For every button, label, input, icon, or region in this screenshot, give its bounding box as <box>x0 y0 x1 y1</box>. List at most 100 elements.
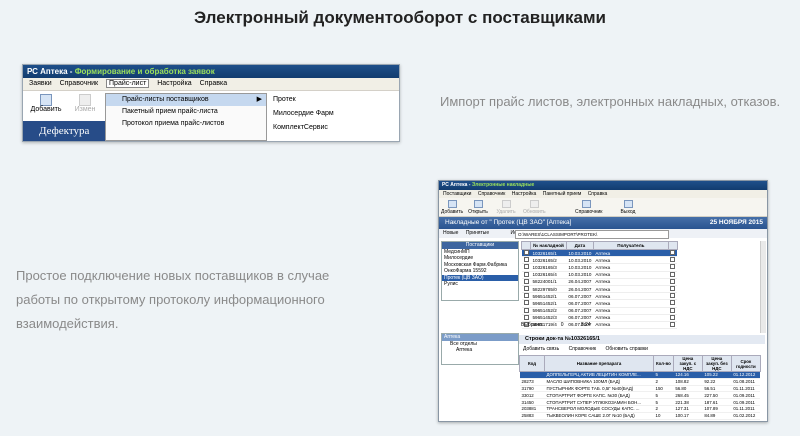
column-header[interactable]: № накладной <box>530 241 567 250</box>
column-header[interactable]: Дата <box>565 241 594 250</box>
row-checkbox[interactable] <box>521 278 531 286</box>
table-cell: 01.09.2011 <box>731 391 761 400</box>
window-titlebar: РС Аптека - Формирование и обработка зая… <box>23 65 399 78</box>
row-checkbox[interactable] <box>521 263 531 272</box>
table-cell: 59651452/1 <box>530 299 567 308</box>
menu-settings[interactable]: Настройка <box>157 80 191 87</box>
column-header[interactable]: Код <box>519 355 545 372</box>
defect-tab[interactable]: Дефектура <box>23 121 105 141</box>
table-row[interactable]: 10326165/1 10.03.2010 Аптека <box>521 249 678 258</box>
column-header[interactable]: Цена закуп. с НДС <box>672 355 703 372</box>
menu-item-import-log[interactable]: Протокол приема прайс-листов <box>106 118 266 130</box>
table-row[interactable]: 58224001/1 26.04.2007 Аптека <box>521 278 678 286</box>
exit-icon <box>623 200 633 208</box>
add-button[interactable]: Добавить <box>441 200 463 215</box>
column-header[interactable]: Получатель <box>592 241 669 250</box>
row-checkbox[interactable] <box>521 292 531 301</box>
refresh-refs-button[interactable]: Обновить справки <box>605 346 647 352</box>
table-row[interactable]: 59651452/3 06.07.2007 Аптека <box>521 314 678 322</box>
menu-item-supplier-pricelists[interactable]: Прайс-листы поставщиков ▶ <box>106 94 266 106</box>
table-row[interactable]: 10326165/2 10.03.2010 Аптека <box>521 256 678 265</box>
table-cell: 100.17 <box>673 412 703 420</box>
suppliers-panel: Поставщики МедсинМП Милосердие Московска… <box>441 241 519 301</box>
table-row[interactable]: 58229785/0 26.04.2007 Аптека <box>521 285 678 294</box>
open-icon <box>473 200 483 208</box>
row-checkbox[interactable] <box>521 256 531 265</box>
scrollbar[interactable] <box>760 241 766 333</box>
row-flag-checkbox[interactable] <box>668 285 678 294</box>
menu-item-batch-import[interactable]: Пакетный прием прайс-листа <box>106 106 266 118</box>
row-checkbox[interactable] <box>521 249 531 258</box>
table-cell: Аптека <box>593 292 669 301</box>
table-cell: ТРАНСВЕРОЛ МОЛОДЫЕ СОСУДЫ КАПС. ... <box>544 405 654 413</box>
table-row[interactable]: 31450 СТОПАРТРИТ СУПЕР УГЛЮКОЗАМИН БОН...… <box>519 398 761 406</box>
change-button[interactable]: Измен <box>69 92 101 116</box>
tree-item[interactable]: Аптека <box>442 347 518 353</box>
table-row[interactable]: 59651452/1 06.07.2007 Аптека <box>521 292 678 301</box>
add-button[interactable]: Добавить <box>27 92 65 116</box>
exit-button[interactable]: Выход <box>617 200 639 215</box>
table-row[interactable]: 203881 ТРАНСВЕРОЛ МОЛОДЫЕ СОСУДЫ КАПС. ..… <box>519 405 761 413</box>
row-checkbox[interactable] <box>521 314 531 322</box>
table-row[interactable]: 25883 ТЫКВЕОЛИН КОРЕ САШЕ 2.0Г №10 (БАД) 1… <box>519 412 761 420</box>
row-flag-checkbox[interactable] <box>668 256 678 265</box>
column-header[interactable]: Название препарата <box>544 355 654 372</box>
delete-button[interactable]: Удалить <box>495 200 517 215</box>
row-checkbox[interactable] <box>521 307 531 315</box>
tab-new[interactable]: Новые <box>443 230 458 236</box>
table-row[interactable]: 33012 СТОПАРТРИТ ФОРТЕ КАПС. №30 (БАД) 5 26… <box>519 391 761 400</box>
menu-batch[interactable]: Пакетный прием <box>543 191 582 197</box>
row-checkbox[interactable] <box>521 271 531 279</box>
column-header[interactable]: Кол-во <box>653 355 674 372</box>
open-button[interactable]: Открыть <box>467 200 489 215</box>
row-flag-checkbox[interactable] <box>668 299 678 308</box>
row-flag-checkbox[interactable] <box>668 307 678 315</box>
source-path-field[interactable]: O:\WARES\1CLASSIMPORT\PROTEK\ <box>515 230 669 239</box>
table-cell: 5 <box>653 371 674 379</box>
submenu-item-komplektservis[interactable]: КомплектСервис <box>267 121 363 135</box>
row-flag-checkbox[interactable] <box>668 263 678 272</box>
column-header[interactable]: Цена закуп. без НДС <box>701 355 732 372</box>
row-flag-checkbox[interactable] <box>668 249 678 258</box>
table-row[interactable]: 10326165/3 10.03.2010 Аптека <box>521 263 678 272</box>
menu-directory[interactable]: Справочник <box>478 191 506 197</box>
table-row[interactable]: ДОППЕЛЬГЕРЦ АКТИВ ЛЕЦИТИН КОМПЛЕ... 5 124.… <box>519 371 761 379</box>
menu-pricelist[interactable]: Прайс-лист <box>106 79 150 88</box>
submenu-item-miloserdie[interactable]: Милосердие Фарм <box>267 107 363 121</box>
table-row[interactable]: 59651452/1 06.07.2007 Аптека <box>521 299 678 308</box>
table-row[interactable]: 28273 МАСЛО ШИПОВНИКА 100МЛ (БАД) 2 108.82 9… <box>519 378 761 386</box>
table-row[interactable]: 59651452/2 06.07.2007 Аптека <box>521 307 678 315</box>
subbar: Новые Принятые Источник O:\WARES\1CLASSI… <box>439 229 767 239</box>
invoice-table: № накладной Дата Получатель 10326165/1 10… <box>521 241 678 330</box>
refresh-button[interactable]: Обновить <box>523 200 546 215</box>
submenu-item-protek[interactable]: Протек <box>267 93 363 107</box>
table-cell: 28273 <box>519 378 545 386</box>
menu-settings[interactable]: Настройка <box>512 191 537 197</box>
table-cell: Аптека <box>593 256 669 265</box>
directory-button[interactable]: Справочник <box>569 346 597 352</box>
menu-suppliers[interactable]: Поставщики <box>443 191 471 197</box>
row-flag-checkbox[interactable] <box>668 292 678 301</box>
table-cell: 124.16 <box>673 371 703 379</box>
menu-help[interactable]: Справка <box>200 80 227 87</box>
menu-help[interactable]: Справка <box>588 191 608 197</box>
tab-accepted[interactable]: Принятые <box>466 230 489 236</box>
menu-bar: Поставщики Справочник Настройка Пакетный… <box>439 190 767 198</box>
table-cell: 25883 <box>519 412 545 420</box>
menu-directory[interactable]: Справочник <box>60 80 99 87</box>
table-row[interactable]: 31790 ПУСТЫРНИК ФОРТЕ ТАБ. 0,5Г №40(БАД) 1… <box>519 385 761 393</box>
row-flag-checkbox[interactable] <box>668 314 678 322</box>
menu-orders[interactable]: Заявки <box>29 80 52 87</box>
column-header[interactable]: Срок годности <box>730 355 761 372</box>
table-cell: ТЫКВЕОЛИН КОРЕ САШЕ 2.0Г №10 (БАД) <box>544 412 654 420</box>
row-flag-checkbox[interactable] <box>668 278 678 286</box>
supplier-item[interactable]: Рулис <box>442 281 518 287</box>
table-row[interactable]: 10326165/4 10.03.2010 Аптека <box>521 271 678 279</box>
directory-button[interactable]: Справочник <box>575 200 603 215</box>
row-flag-checkbox[interactable] <box>668 321 678 330</box>
row-flag-checkbox[interactable] <box>668 271 678 279</box>
table-cell: Аптека <box>593 278 669 286</box>
add-link-button[interactable]: Добавить связь <box>523 346 559 352</box>
row-checkbox[interactable] <box>521 285 531 294</box>
row-checkbox[interactable] <box>521 299 531 308</box>
